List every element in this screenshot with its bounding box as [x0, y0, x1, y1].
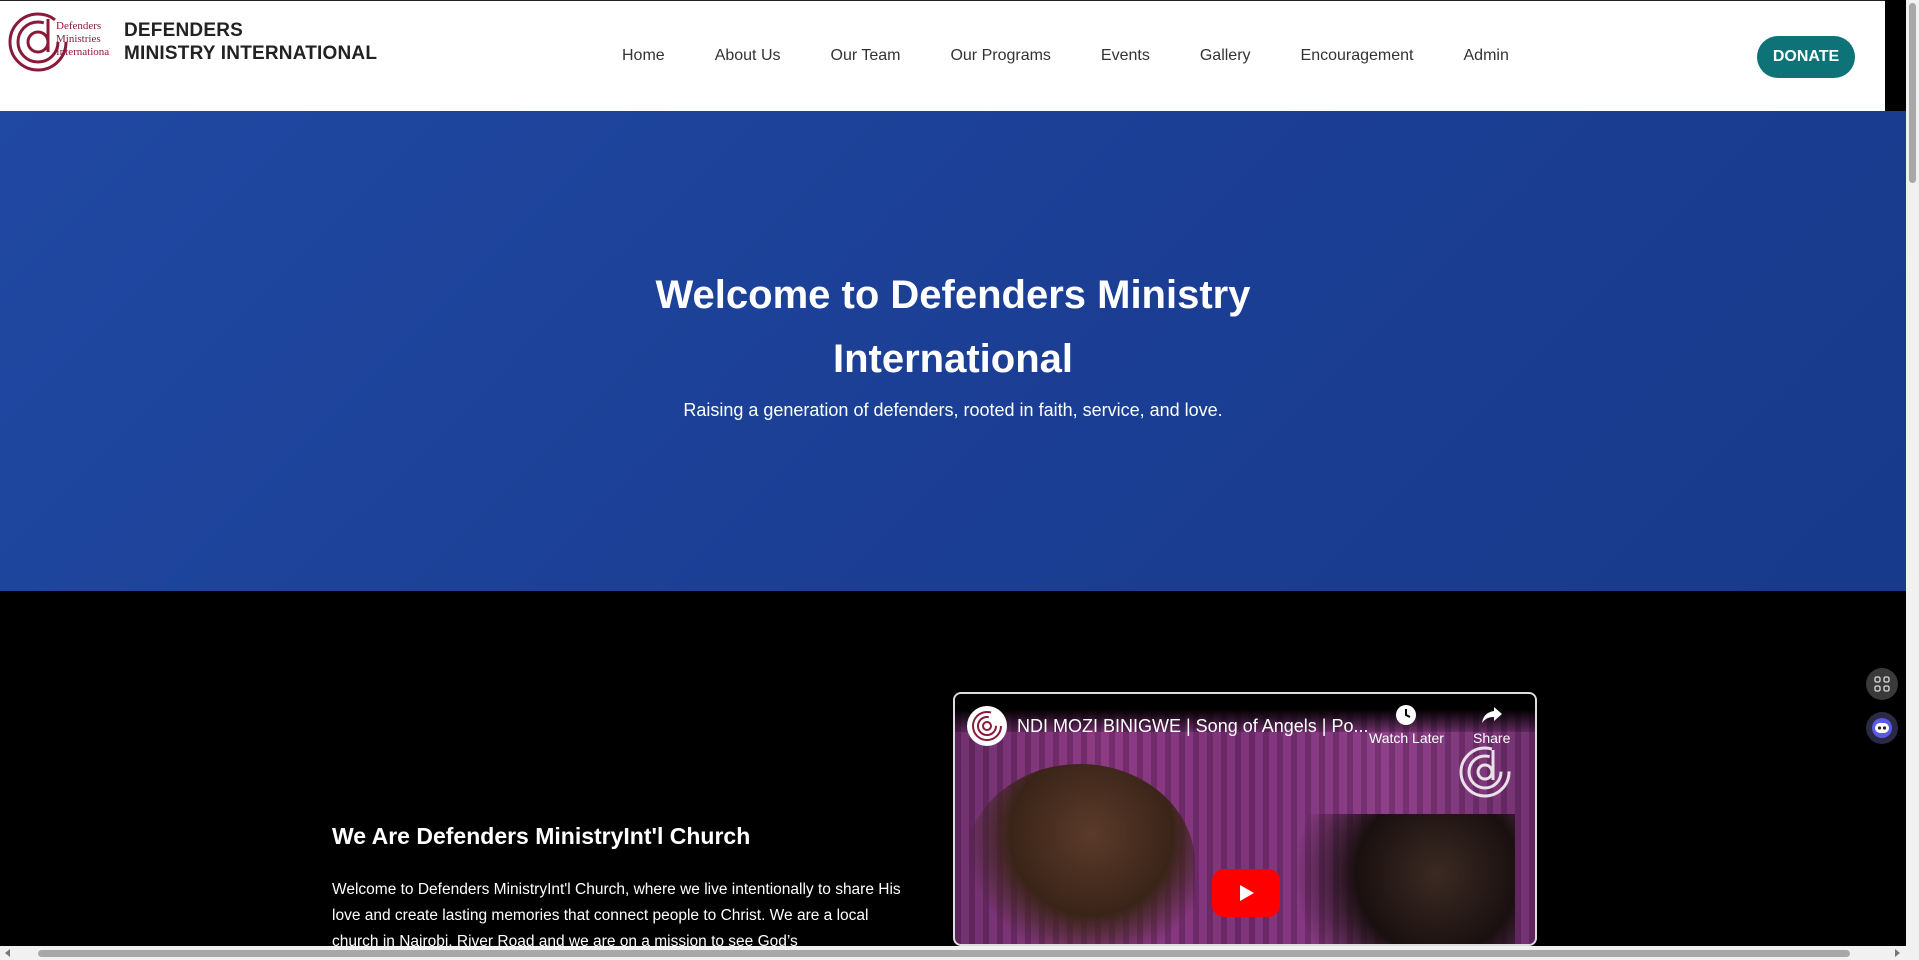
channel-logo-icon — [972, 711, 1002, 741]
brand-line-1: DEFENDERS — [124, 20, 243, 41]
vertical-scrollbar[interactable] — [1906, 0, 1919, 946]
clock-icon — [1396, 705, 1417, 725]
nav-admin[interactable]: Admin — [1464, 46, 1509, 66]
site-header: Defenders Ministries International DEFEN… — [0, 0, 1885, 111]
logo-text-2: Ministries — [56, 33, 101, 45]
logo-text-3: International — [56, 46, 110, 58]
nav-events[interactable]: Events — [1101, 46, 1150, 66]
nav-our-programs[interactable]: Our Programs — [950, 46, 1050, 66]
watch-later-label: Watch Later — [1369, 730, 1444, 746]
nav-encouragement[interactable]: Encouragement — [1301, 46, 1414, 66]
play-button[interactable] — [1212, 869, 1280, 917]
assistant-bot-button[interactable] — [1866, 712, 1898, 744]
scroll-right-icon[interactable] — [1892, 948, 1902, 958]
channel-watermark-icon — [1459, 746, 1511, 798]
main-nav: Home About Us Our Team Our Programs Even… — [622, 46, 1559, 66]
scroll-left-icon[interactable] — [3, 948, 13, 958]
grid-icon — [1874, 676, 1890, 692]
about-heading: We Are Defenders MinistryInt'l Church — [332, 823, 751, 849]
share-button[interactable]: Share — [1473, 704, 1510, 746]
youtube-embed[interactable]: NDI MOZI BINIGWE | Song of Angels | Po..… — [953, 692, 1537, 946]
hero-title: Welcome to Defenders Ministry Internatio… — [655, 273, 1251, 381]
bot-icon — [1872, 718, 1892, 738]
channel-avatar[interactable] — [967, 706, 1007, 746]
nav-our-team[interactable]: Our Team — [831, 46, 901, 66]
ministry-logo[interactable]: Defenders Ministries International — [8, 9, 110, 75]
brand-name[interactable]: DEFENDERS MINISTRY INTERNATIONAL — [124, 19, 377, 65]
horizontal-scroll-thumb[interactable] — [38, 950, 1850, 957]
vertical-scroll-thumb[interactable] — [1909, 3, 1916, 183]
nav-gallery[interactable]: Gallery — [1200, 46, 1251, 66]
nav-about-us[interactable]: About Us — [715, 46, 781, 66]
play-icon — [1240, 885, 1254, 901]
apps-grid-button[interactable] — [1866, 668, 1898, 700]
logo-text-1: Defenders — [56, 20, 101, 32]
brand-line-2: MINISTRY INTERNATIONAL — [124, 43, 378, 64]
hero-subtitle: Raising a generation of defenders, roote… — [683, 400, 1223, 420]
nav-home[interactable]: Home — [622, 46, 665, 66]
watch-later-button[interactable]: Watch Later — [1369, 704, 1444, 746]
share-icon — [1481, 707, 1502, 723]
about-body: Welcome to Defenders MinistryInt'l Churc… — [332, 881, 901, 950]
horizontal-scrollbar[interactable] — [0, 946, 1919, 960]
video-dancers — [1255, 814, 1515, 944]
donate-button[interactable]: DONATE — [1757, 36, 1855, 78]
video-title[interactable]: NDI MOZI BINIGWE | Song of Angels | Po..… — [1017, 716, 1368, 737]
hero-section: Welcome to Defenders Ministry Internatio… — [0, 111, 1906, 591]
